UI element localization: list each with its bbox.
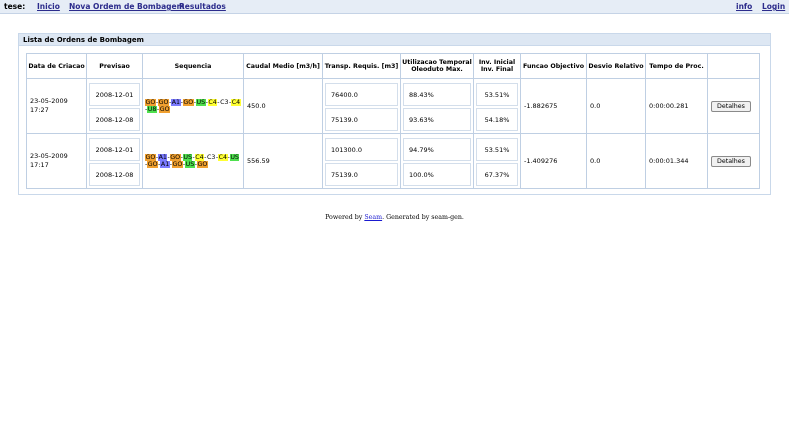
nav-link-nova-ordem[interactable]: Nova Ordem de Bombagem — [69, 2, 184, 11]
col-header-transp-requis[interactable]: Transp. Requis. [m3] — [322, 53, 401, 79]
col-header-data-criacao[interactable]: Data de Criacao — [26, 53, 87, 79]
sequence-token: GO — [158, 98, 169, 106]
details-button[interactable]: Detalhes — [711, 155, 751, 167]
transp-value-2: 75139.0 — [325, 163, 398, 186]
proc-time-cell: 0:00:00.281 — [645, 78, 708, 134]
nav-link-info[interactable]: info — [736, 2, 752, 11]
objective-cell: -1.882675 — [520, 78, 587, 134]
page-footer: Powered by Seam. Generated by seam-gen. — [0, 214, 789, 221]
col-header-actions — [707, 53, 760, 79]
panel-title: Lista de Ordens de Bombagem — [23, 36, 144, 44]
sequence-token: U8 — [147, 106, 157, 113]
sequence-tokens: GO-A1-GO-US-C4-C3-C4-US-GO-A1-GO-US-GO — [143, 153, 243, 169]
sequence-token: GO — [172, 161, 183, 168]
transp-value-2: 75139.0 — [325, 108, 398, 131]
table-row: 23-05-2009 17:17 2008-12-01 2008-12-08 G… — [26, 133, 760, 189]
forecast-start: 2008-12-01 — [89, 83, 140, 106]
footer-suffix: . Generated by seam-gen. — [382, 214, 464, 221]
footer-prefix: Powered by — [325, 214, 365, 221]
col-header-utilizacao-temporal[interactable]: Utilizacao Temporal Oleoduto Max. — [400, 53, 474, 79]
util-cell: 88.43% 93.63% — [400, 78, 474, 134]
top-menu-bar: tese: Inicio Nova Ordem de Bombagem Resu… — [0, 0, 789, 14]
objective-cell: -1.409276 — [520, 133, 587, 189]
inv-cell: 53.51% 54.18% — [473, 78, 521, 134]
col-header-funcao-objectivo[interactable]: Funcao Objectivo — [520, 53, 587, 79]
util-value-1: 88.43% — [403, 83, 471, 106]
inv-final: 67.37% — [476, 163, 518, 186]
table-row: 23-05-2009 17:27 2008-12-01 2008-12-08 G… — [26, 78, 760, 134]
sequence-token: US — [195, 98, 206, 106]
col-header-sequencia[interactable]: Sequencia — [142, 53, 244, 79]
util-value-1: 94.79% — [403, 138, 471, 161]
created-cell: 23-05-2009 17:17 — [26, 133, 87, 189]
panel-header: Lista de Ordens de Bombagem — [19, 34, 770, 46]
forecast-cell: 2008-12-01 2008-12-08 — [86, 78, 143, 134]
col-header-inventario[interactable]: Inv. Inicial Inv. Final — [473, 53, 521, 79]
col-header-caudal-medio[interactable]: Caudal Medio [m3/h] — [243, 53, 323, 79]
details-button[interactable]: Detalhes — [711, 100, 751, 112]
table-header-row: Data de Criacao Previsao Sequencia Cauda… — [26, 53, 760, 79]
col-header-previsao[interactable]: Previsao — [86, 53, 143, 79]
transp-value-1: 101300.0 — [325, 138, 398, 161]
transp-value-1: 76400.0 — [325, 83, 398, 106]
deviation-cell: 0.0 — [586, 133, 646, 189]
sequence-token: US — [185, 161, 195, 168]
sequence-cell: GO-GO-A1-GO-US-C4-C3-C4-U8-GO — [142, 78, 244, 134]
sequence-token: GO — [145, 153, 156, 161]
col-header-desvio-relativo[interactable]: Desvio Relativo — [586, 53, 646, 79]
orders-table: Data de Criacao Previsao Sequencia Cauda… — [26, 53, 760, 189]
sequence-token: GO — [147, 161, 159, 168]
inv-final: 54.18% — [476, 108, 518, 131]
sequence-token: C3 — [220, 98, 229, 106]
nav-link-login[interactable]: Login — [762, 2, 785, 11]
orders-panel: Lista de Ordens de Bombagem Data de Cria… — [18, 33, 771, 195]
proc-time-cell: 0:00:01.344 — [645, 133, 708, 189]
created-time: 17:17 — [30, 161, 49, 169]
nav-link-resultados[interactable]: Resultados — [179, 2, 226, 11]
created-cell: 23-05-2009 17:27 — [26, 78, 87, 134]
sequence-token: C4 — [231, 98, 241, 106]
sequence-token: GO — [197, 161, 208, 168]
sequence-token: A1 — [171, 98, 181, 106]
created-date: 23-05-2009 — [30, 152, 68, 160]
deviation-cell: 0.0 — [586, 78, 646, 134]
sequence-tokens: GO-GO-A1-GO-US-C4-C3-C4-U8-GO — [143, 98, 243, 114]
created-date: 23-05-2009 — [30, 97, 68, 105]
sequence-token: GO — [145, 98, 156, 106]
created-time: 17:27 — [30, 106, 49, 114]
app-brand: tese: — [4, 2, 26, 11]
sequence-token: A1 — [160, 161, 170, 168]
inv-initial: 53.51% — [476, 83, 518, 106]
inv-cell: 53.51% 67.37% — [473, 133, 521, 189]
util-cell: 94.79% 100.0% — [400, 133, 474, 189]
sequence-token: C3 — [206, 153, 216, 161]
sequence-token: US — [229, 153, 240, 161]
sequence-token: GO — [159, 106, 171, 113]
sequence-token: GO — [182, 98, 194, 106]
util-value-2: 93.63% — [403, 108, 471, 131]
sequence-token: C4 — [194, 153, 205, 161]
sequence-token: C4 — [218, 153, 228, 161]
forecast-cell: 2008-12-01 2008-12-08 — [86, 133, 143, 189]
nav-link-inicio[interactable]: Inicio — [37, 2, 60, 11]
flow-cell: 450.0 — [243, 78, 323, 134]
sequence-cell: GO-A1-GO-US-C4-C3-C4-US-GO-A1-GO-US-GO — [142, 133, 244, 189]
inv-initial: 53.51% — [476, 138, 518, 161]
sequence-token: C4 — [207, 98, 218, 106]
forecast-end: 2008-12-08 — [89, 163, 140, 186]
seam-link[interactable]: Seam — [364, 214, 382, 221]
transp-cell: 101300.0 75139.0 — [322, 133, 401, 189]
actions-cell: Detalhes — [707, 133, 760, 189]
transp-cell: 76400.0 75139.0 — [322, 78, 401, 134]
forecast-start: 2008-12-01 — [89, 138, 140, 161]
forecast-end: 2008-12-08 — [89, 108, 140, 131]
actions-cell: Detalhes — [707, 78, 760, 134]
sequence-token: GO — [169, 153, 181, 161]
col-header-tempo-proc[interactable]: Tempo de Proc. — [645, 53, 708, 79]
flow-cell: 556.59 — [243, 133, 323, 189]
util-value-2: 100.0% — [403, 163, 471, 186]
